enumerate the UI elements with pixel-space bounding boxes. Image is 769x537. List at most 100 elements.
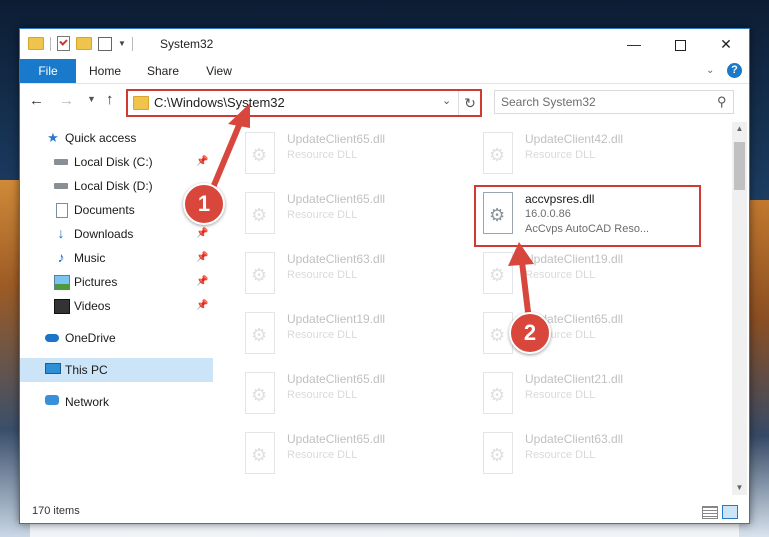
back-arrow-icon[interactable]: ← xyxy=(29,92,44,109)
navigation-bar: ← → ▼ ↑ C:\Windows\System32 ⌄ ↻ Search S… xyxy=(20,84,749,119)
recent-locations-icon[interactable]: ▼ xyxy=(87,94,96,104)
forward-arrow-icon[interactable]: → xyxy=(59,92,74,109)
nav-item-label: Local Disk (C:) xyxy=(74,155,153,169)
file-item[interactable]: ⚙ UpdateClient65.dll Resource DLL xyxy=(241,186,471,238)
star-icon: ★ xyxy=(47,130,59,145)
help-icon[interactable]: ? xyxy=(727,63,742,78)
large-icons-view-icon[interactable] xyxy=(722,505,738,519)
new-folder-icon[interactable] xyxy=(76,37,92,50)
file-name: UpdateClient65.dll xyxy=(287,372,386,386)
properties-check-icon[interactable] xyxy=(57,36,70,51)
file-type: Resource DLL xyxy=(287,269,358,281)
chevron-down-icon[interactable]: ⌄ xyxy=(442,94,451,107)
pin-icon[interactable]: 📌 xyxy=(196,246,208,270)
refresh-icon[interactable]: ↻ xyxy=(458,91,481,115)
expand-ribbon-icon[interactable]: ⌄ xyxy=(706,65,714,76)
file-item[interactable]: ⚙ UpdateClient63.dll Resource DLL xyxy=(479,426,709,478)
file-item[interactable]: ⚙ UpdateClient21.dll Resource DLL xyxy=(479,366,709,418)
nav-item-label: Downloads xyxy=(74,227,134,241)
pictures-icon xyxy=(54,275,70,290)
title-bar: ▼ System32 — ✕ xyxy=(20,29,749,59)
scroll-down-icon[interactable]: ▼ xyxy=(732,481,747,495)
file-name: UpdateClient63.dll xyxy=(525,432,624,446)
file-item[interactable]: ⚙ UpdateClient65.dll Resource DLL xyxy=(241,126,471,178)
nav-item-network[interactable]: Network xyxy=(20,390,213,414)
file-type: Resource DLL xyxy=(287,449,358,461)
pin-icon[interactable]: 📌 xyxy=(196,294,208,318)
dll-file-icon: ⚙ xyxy=(479,252,515,294)
scroll-thumb[interactable] xyxy=(734,142,745,190)
close-button[interactable]: ✕ xyxy=(703,29,749,59)
nav-item-downloads[interactable]: ↓ Downloads 📌 xyxy=(20,222,213,246)
customize-icon[interactable] xyxy=(98,36,112,51)
nav-item-label: Pictures xyxy=(74,275,118,289)
file-type: Resource DLL xyxy=(287,329,358,341)
navigation-pane: ★ Quick access Local Disk (C:) 📌 Local D… xyxy=(20,124,213,494)
search-input[interactable]: Search System32 ⚲ xyxy=(494,90,734,114)
file-item[interactable]: ⚙ UpdateClient65.dll Resource DLL xyxy=(241,426,471,478)
file-name: UpdateClient65.dll xyxy=(287,192,386,206)
up-arrow-icon[interactable]: ↑ xyxy=(106,91,114,108)
dll-file-icon: ⚙ xyxy=(241,252,277,294)
videos-icon xyxy=(54,299,70,314)
nav-item-pictures[interactable]: Pictures 📌 xyxy=(20,270,213,294)
search-placeholder: Search System32 xyxy=(501,95,596,109)
file-name: UpdateClient21.dll xyxy=(525,372,624,386)
file-type: Resource DLL xyxy=(525,449,596,461)
nav-item-music[interactable]: ♪ Music 📌 xyxy=(20,246,213,270)
nav-item-label: Videos xyxy=(74,299,111,313)
scroll-up-icon[interactable]: ▲ xyxy=(732,122,747,136)
vertical-scrollbar[interactable]: ▲ ▼ xyxy=(732,122,747,495)
search-icon[interactable]: ⚲ xyxy=(717,94,727,110)
tab-share[interactable]: Share xyxy=(138,59,188,83)
drive-icon xyxy=(54,183,68,189)
tab-home[interactable]: Home xyxy=(82,59,128,83)
highlight-box xyxy=(474,185,701,247)
chevron-down-icon[interactable]: ▼ xyxy=(118,39,126,48)
file-item[interactable]: ⚙ UpdateClient65.dll Resource DLL xyxy=(241,366,471,418)
step-2-badge: 2 xyxy=(509,312,551,354)
nav-item-quick-access[interactable]: ★ Quick access xyxy=(20,126,213,150)
folder-icon xyxy=(28,37,44,50)
pin-icon[interactable]: 📌 xyxy=(196,222,208,246)
nav-item-label: Music xyxy=(74,251,106,265)
dll-file-icon: ⚙ xyxy=(241,132,277,174)
tab-view[interactable]: View xyxy=(196,59,242,83)
maximize-button[interactable] xyxy=(657,29,703,59)
address-path[interactable]: C:\Windows\System32 xyxy=(154,95,285,110)
nav-item-this-pc[interactable]: This PC xyxy=(20,358,213,382)
step-1-badge: 1 xyxy=(183,183,225,225)
file-item[interactable]: ⚙ UpdateClient42.dll Resource DLL xyxy=(479,126,709,178)
minimize-button[interactable]: — xyxy=(611,29,657,59)
file-type: Resource DLL xyxy=(525,389,596,401)
nav-item-label: Quick access xyxy=(65,131,137,145)
dll-file-icon: ⚙ xyxy=(241,192,277,234)
nav-item-label: Local Disk (D:) xyxy=(74,179,153,193)
file-item[interactable]: ⚙ UpdateClient19.dll Resource DLL xyxy=(479,246,709,298)
file-type: Resource DLL xyxy=(287,149,358,161)
drive-icon xyxy=(54,159,68,165)
file-item[interactable]: ⚙ UpdateClient63.dll Resource DLL xyxy=(241,246,471,298)
file-name: UpdateClient42.dll xyxy=(525,132,624,146)
status-bar: 170 items xyxy=(20,501,749,523)
tab-file[interactable]: File xyxy=(20,59,76,83)
pin-icon[interactable]: 📌 xyxy=(196,270,208,294)
file-type: Resource DLL xyxy=(287,209,358,221)
file-type: Resource DLL xyxy=(287,389,358,401)
file-item[interactable]: ⚙ UpdateClient19.dll Resource DLL xyxy=(241,306,471,358)
dll-file-icon: ⚙ xyxy=(479,372,515,414)
pc-icon xyxy=(45,363,61,374)
address-bar[interactable]: C:\Windows\System32 ⌄ ↻ xyxy=(126,89,482,117)
pin-icon[interactable]: 📌 xyxy=(196,150,208,174)
file-type: Resource DLL xyxy=(525,269,596,281)
documents-icon xyxy=(56,203,68,218)
nav-item-local-disk-c[interactable]: Local Disk (C:) 📌 xyxy=(20,150,213,174)
dll-file-icon: ⚙ xyxy=(241,312,277,354)
nav-item-videos[interactable]: Videos 📌 xyxy=(20,294,213,318)
nav-item-onedrive[interactable]: OneDrive xyxy=(20,326,213,350)
details-view-icon[interactable] xyxy=(702,506,718,519)
network-icon xyxy=(45,395,59,405)
divider xyxy=(131,36,133,51)
quick-access-toolbar: ▼ xyxy=(28,36,133,51)
downloads-icon: ↓ xyxy=(57,225,65,241)
